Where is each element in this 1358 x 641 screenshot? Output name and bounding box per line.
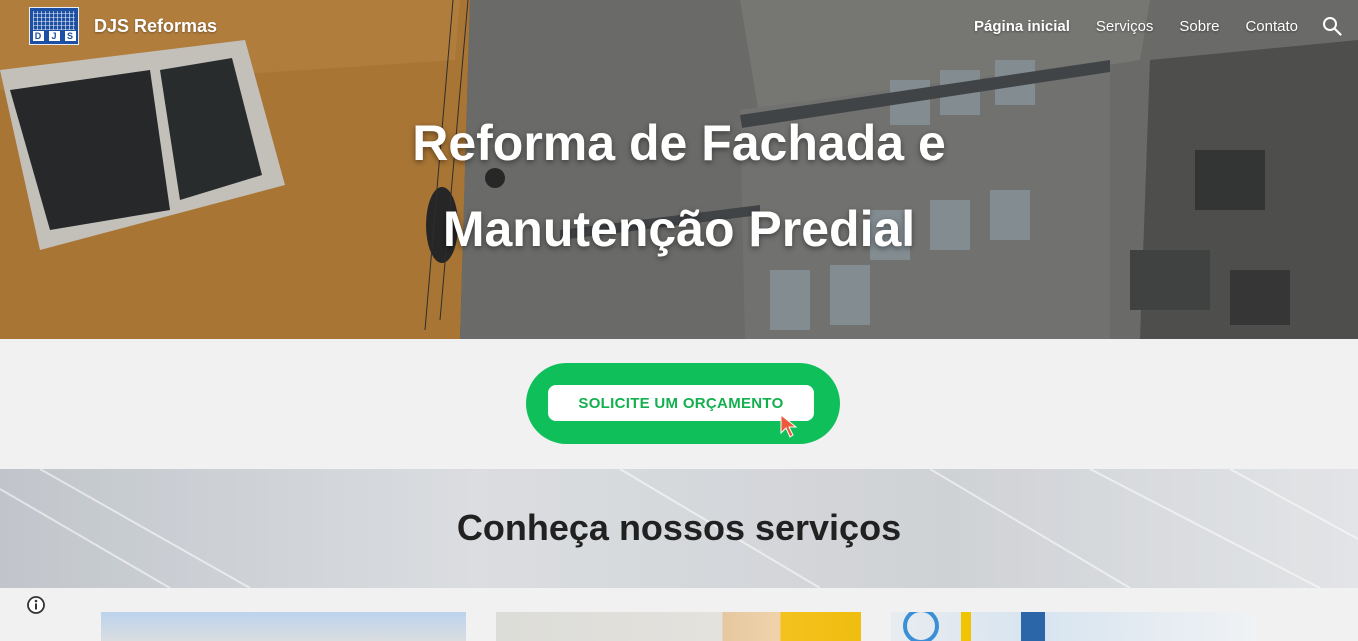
service-card-image[interactable] xyxy=(891,612,1256,641)
services-section: Conheça nossos serviços xyxy=(0,469,1358,588)
logo-letter: J xyxy=(48,31,60,41)
service-card-image[interactable] xyxy=(101,612,466,641)
nav-item-services[interactable]: Serviços xyxy=(1096,18,1154,35)
services-cards-area xyxy=(0,588,1358,641)
logo-letters: D J S xyxy=(30,31,78,41)
logo-letter: D xyxy=(32,31,44,41)
top-navbar: D J S DJS Reformas Página inicial Serviç… xyxy=(0,0,1358,56)
logo-grid-graphic xyxy=(33,11,75,30)
request-quote-button[interactable]: SOLICITE UM ORÇAMENTO xyxy=(526,363,840,444)
request-quote-label: SOLICITE UM ORÇAMENTO xyxy=(548,385,814,421)
site-name[interactable]: DJS Reformas xyxy=(94,16,217,37)
cursor-arrow-icon xyxy=(780,413,798,438)
info-icon[interactable] xyxy=(26,595,46,615)
nav-item-about[interactable]: Sobre xyxy=(1179,18,1219,35)
service-card-graphic xyxy=(903,612,1045,641)
nav-item-contact[interactable]: Contato xyxy=(1245,18,1298,35)
hero-title-line-1: Reforma de Fachada e xyxy=(412,115,946,171)
service-card-image[interactable] xyxy=(496,612,861,641)
services-title: Conheça nossos serviços xyxy=(456,507,902,548)
logo-letter: S xyxy=(64,31,76,41)
hero-section: D J S DJS Reformas Página inicial Serviç… xyxy=(0,0,1358,339)
hero-title: Reforma de Fachada e Manutenção Predial xyxy=(0,100,1358,272)
search-icon[interactable] xyxy=(1322,16,1342,36)
main-nav: Página inicial Serviços Sobre Contato xyxy=(974,18,1298,35)
cta-section: SOLICITE UM ORÇAMENTO xyxy=(0,339,1358,469)
nav-item-home[interactable]: Página inicial xyxy=(974,18,1070,35)
brand-logo[interactable]: D J S xyxy=(29,7,79,45)
hero-title-line-2: Manutenção Predial xyxy=(442,201,916,257)
